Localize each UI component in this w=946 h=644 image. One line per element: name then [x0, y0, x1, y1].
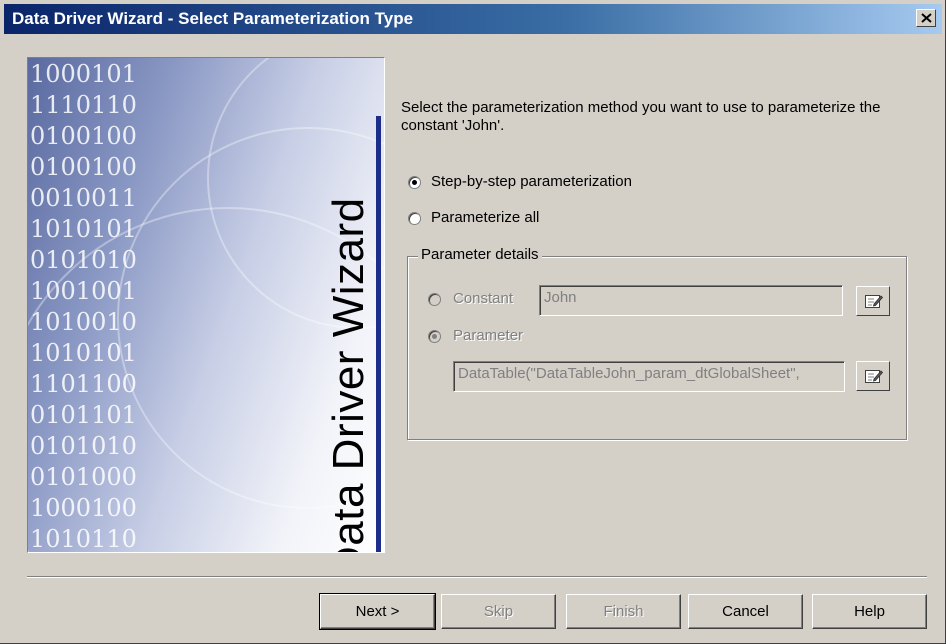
next-button[interactable]: Next >: [319, 593, 436, 630]
edit-icon: [865, 295, 883, 308]
binary-line: 1010101: [30, 339, 137, 367]
footer-separator: [27, 576, 927, 578]
binary-line: 0100100: [30, 122, 137, 150]
finish-button-label: Finish: [603, 603, 644, 620]
parameter-details-legend: Parameter details: [418, 246, 542, 263]
radio-selected-dot: [432, 334, 437, 339]
binary-line: 1110110: [30, 91, 137, 119]
binary-line: 0101101: [30, 401, 137, 429]
binary-line: 1010110: [30, 525, 137, 553]
constant-radio[interactable]: [428, 293, 441, 306]
parameter-radio[interactable]: [428, 330, 441, 343]
binary-line: 0101010: [30, 246, 137, 274]
binary-line: 1000101: [30, 60, 137, 88]
binary-line: 0010011: [30, 184, 137, 212]
binary-line: 0101010: [30, 432, 137, 460]
binary-line: 1010101: [30, 215, 137, 243]
parameter-label: Parameter: [453, 327, 524, 344]
skip-button[interactable]: Skip: [441, 594, 556, 629]
help-button[interactable]: Help: [812, 594, 927, 629]
cancel-button-label: Cancel: [722, 603, 769, 620]
cancel-button[interactable]: Cancel: [688, 594, 803, 629]
title-bar: Data Driver Wizard - Select Parameteriza…: [4, 4, 942, 34]
binary-line: 1010010: [30, 308, 137, 336]
constant-edit-button[interactable]: [856, 286, 890, 316]
next-button-label: Next >: [355, 603, 400, 620]
binary-line: 1101100: [30, 370, 137, 398]
finish-button[interactable]: Finish: [566, 594, 681, 629]
instructions-text: Select the parameterization method you w…: [401, 99, 881, 134]
parameterize-all-label[interactable]: Parameterize all: [431, 209, 539, 226]
constant-value-field[interactable]: John: [539, 285, 843, 316]
radio-selected-dot: [412, 180, 417, 185]
constant-label: Constant: [453, 290, 514, 307]
parameterize-all-radio[interactable]: [408, 212, 421, 225]
wizard-window: Data Driver Wizard - Select Parameteriza…: [0, 0, 946, 644]
binary-line: 0100100: [30, 153, 137, 181]
wizard-label-bar: [376, 116, 381, 552]
binary-line: 1001001: [30, 277, 137, 305]
close-icon: [921, 13, 932, 23]
help-button-label: Help: [854, 603, 885, 620]
wizard-side-image: 1000101 1110110 0100100 0100100 0010011 10101…: [27, 57, 385, 553]
step-by-step-label[interactable]: Step-by-step parameterization: [431, 173, 632, 190]
parameter-edit-button[interactable]: [856, 361, 890, 391]
window-title: Data Driver Wizard - Select Parameteriza…: [12, 9, 414, 28]
binary-line: 1000100: [30, 494, 137, 522]
step-by-step-radio[interactable]: [408, 176, 421, 189]
close-button[interactable]: [916, 9, 936, 27]
skip-button-label: Skip: [483, 603, 514, 620]
parameter-value-field[interactable]: DataTable("DataTableJohn_param_dtGlobalS…: [453, 361, 845, 392]
binary-line: 0101000: [30, 463, 137, 491]
wizard-label: Data Driver Wizard: [324, 197, 373, 553]
parameter-details-group: [407, 256, 907, 440]
edit-icon: [865, 370, 883, 383]
